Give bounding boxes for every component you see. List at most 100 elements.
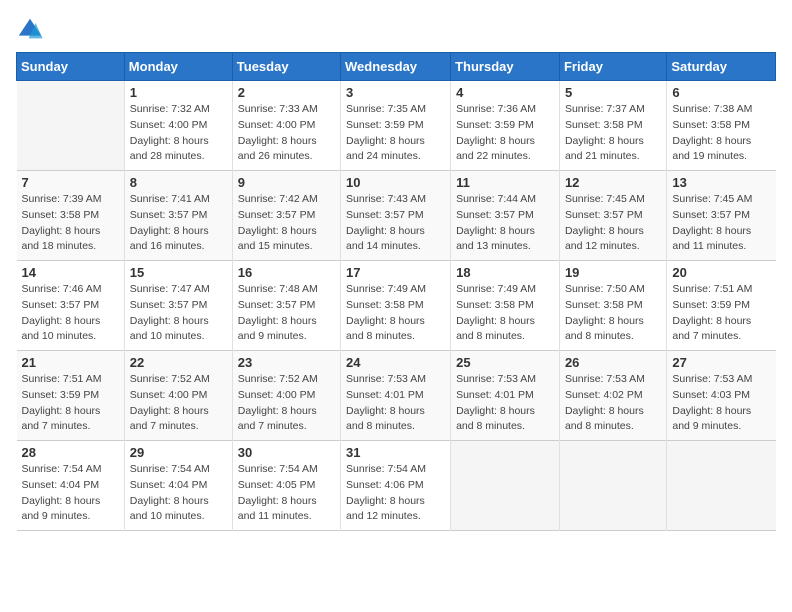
day-number: 24	[346, 355, 445, 370]
calendar-table: SundayMondayTuesdayWednesdayThursdayFrid…	[16, 52, 776, 531]
calendar-cell	[451, 441, 560, 531]
calendar-cell: 23 Sunrise: 7:52 AMSunset: 4:00 PMDaylig…	[232, 351, 340, 441]
day-info: Sunrise: 7:52 AMSunset: 4:00 PMDaylight:…	[238, 372, 335, 435]
calendar-cell	[667, 441, 776, 531]
day-number: 28	[22, 445, 119, 460]
day-number: 26	[565, 355, 661, 370]
calendar-cell	[559, 441, 666, 531]
day-number: 20	[672, 265, 770, 280]
day-number: 25	[456, 355, 554, 370]
calendar-week-4: 21 Sunrise: 7:51 AMSunset: 3:59 PMDaylig…	[17, 351, 776, 441]
day-info: Sunrise: 7:47 AMSunset: 3:57 PMDaylight:…	[130, 282, 227, 345]
day-number: 5	[565, 85, 661, 100]
day-info: Sunrise: 7:53 AMSunset: 4:01 PMDaylight:…	[456, 372, 554, 435]
day-number: 23	[238, 355, 335, 370]
calendar-cell: 2 Sunrise: 7:33 AMSunset: 4:00 PMDayligh…	[232, 81, 340, 171]
calendar-cell: 15 Sunrise: 7:47 AMSunset: 3:57 PMDaylig…	[124, 261, 232, 351]
day-info: Sunrise: 7:33 AMSunset: 4:00 PMDaylight:…	[238, 102, 335, 165]
day-number: 14	[22, 265, 119, 280]
calendar-cell: 13 Sunrise: 7:45 AMSunset: 3:57 PMDaylig…	[667, 171, 776, 261]
day-info: Sunrise: 7:41 AMSunset: 3:57 PMDaylight:…	[130, 192, 227, 255]
day-number: 16	[238, 265, 335, 280]
day-number: 9	[238, 175, 335, 190]
col-header-thursday: Thursday	[451, 53, 560, 81]
col-header-tuesday: Tuesday	[232, 53, 340, 81]
calendar-cell: 17 Sunrise: 7:49 AMSunset: 3:58 PMDaylig…	[341, 261, 451, 351]
day-info: Sunrise: 7:39 AMSunset: 3:58 PMDaylight:…	[22, 192, 119, 255]
day-info: Sunrise: 7:53 AMSunset: 4:02 PMDaylight:…	[565, 372, 661, 435]
day-info: Sunrise: 7:46 AMSunset: 3:57 PMDaylight:…	[22, 282, 119, 345]
day-number: 30	[238, 445, 335, 460]
day-info: Sunrise: 7:53 AMSunset: 4:03 PMDaylight:…	[672, 372, 770, 435]
day-number: 12	[565, 175, 661, 190]
calendar-cell: 6 Sunrise: 7:38 AMSunset: 3:58 PMDayligh…	[667, 81, 776, 171]
day-info: Sunrise: 7:51 AMSunset: 3:59 PMDaylight:…	[22, 372, 119, 435]
day-info: Sunrise: 7:54 AMSunset: 4:04 PMDaylight:…	[130, 462, 227, 525]
day-info: Sunrise: 7:51 AMSunset: 3:59 PMDaylight:…	[672, 282, 770, 345]
day-info: Sunrise: 7:54 AMSunset: 4:06 PMDaylight:…	[346, 462, 445, 525]
calendar-cell: 22 Sunrise: 7:52 AMSunset: 4:00 PMDaylig…	[124, 351, 232, 441]
day-info: Sunrise: 7:44 AMSunset: 3:57 PMDaylight:…	[456, 192, 554, 255]
calendar-cell: 8 Sunrise: 7:41 AMSunset: 3:57 PMDayligh…	[124, 171, 232, 261]
calendar-cell: 20 Sunrise: 7:51 AMSunset: 3:59 PMDaylig…	[667, 261, 776, 351]
day-info: Sunrise: 7:54 AMSunset: 4:04 PMDaylight:…	[22, 462, 119, 525]
day-info: Sunrise: 7:35 AMSunset: 3:59 PMDaylight:…	[346, 102, 445, 165]
day-number: 15	[130, 265, 227, 280]
day-number: 2	[238, 85, 335, 100]
day-number: 7	[22, 175, 119, 190]
col-header-wednesday: Wednesday	[341, 53, 451, 81]
day-info: Sunrise: 7:42 AMSunset: 3:57 PMDaylight:…	[238, 192, 335, 255]
calendar-week-1: 1 Sunrise: 7:32 AMSunset: 4:00 PMDayligh…	[17, 81, 776, 171]
day-number: 4	[456, 85, 554, 100]
calendar-cell: 16 Sunrise: 7:48 AMSunset: 3:57 PMDaylig…	[232, 261, 340, 351]
day-number: 8	[130, 175, 227, 190]
calendar-cell: 4 Sunrise: 7:36 AMSunset: 3:59 PMDayligh…	[451, 81, 560, 171]
calendar-cell: 7 Sunrise: 7:39 AMSunset: 3:58 PMDayligh…	[17, 171, 125, 261]
calendar-cell: 19 Sunrise: 7:50 AMSunset: 3:58 PMDaylig…	[559, 261, 666, 351]
day-info: Sunrise: 7:36 AMSunset: 3:59 PMDaylight:…	[456, 102, 554, 165]
day-info: Sunrise: 7:38 AMSunset: 3:58 PMDaylight:…	[672, 102, 770, 165]
calendar-cell: 26 Sunrise: 7:53 AMSunset: 4:02 PMDaylig…	[559, 351, 666, 441]
day-number: 11	[456, 175, 554, 190]
day-info: Sunrise: 7:52 AMSunset: 4:00 PMDaylight:…	[130, 372, 227, 435]
logo	[16, 16, 48, 44]
page-header	[16, 16, 776, 44]
calendar-cell: 25 Sunrise: 7:53 AMSunset: 4:01 PMDaylig…	[451, 351, 560, 441]
calendar-cell: 9 Sunrise: 7:42 AMSunset: 3:57 PMDayligh…	[232, 171, 340, 261]
day-info: Sunrise: 7:49 AMSunset: 3:58 PMDaylight:…	[346, 282, 445, 345]
day-info: Sunrise: 7:37 AMSunset: 3:58 PMDaylight:…	[565, 102, 661, 165]
logo-icon	[16, 16, 44, 44]
calendar-cell: 30 Sunrise: 7:54 AMSunset: 4:05 PMDaylig…	[232, 441, 340, 531]
calendar-week-3: 14 Sunrise: 7:46 AMSunset: 3:57 PMDaylig…	[17, 261, 776, 351]
day-info: Sunrise: 7:32 AMSunset: 4:00 PMDaylight:…	[130, 102, 227, 165]
calendar-cell	[17, 81, 125, 171]
day-info: Sunrise: 7:45 AMSunset: 3:57 PMDaylight:…	[565, 192, 661, 255]
day-number: 29	[130, 445, 227, 460]
calendar-cell: 27 Sunrise: 7:53 AMSunset: 4:03 PMDaylig…	[667, 351, 776, 441]
day-number: 27	[672, 355, 770, 370]
day-info: Sunrise: 7:43 AMSunset: 3:57 PMDaylight:…	[346, 192, 445, 255]
day-number: 10	[346, 175, 445, 190]
calendar-cell: 5 Sunrise: 7:37 AMSunset: 3:58 PMDayligh…	[559, 81, 666, 171]
day-number: 6	[672, 85, 770, 100]
calendar-cell: 31 Sunrise: 7:54 AMSunset: 4:06 PMDaylig…	[341, 441, 451, 531]
calendar-cell: 29 Sunrise: 7:54 AMSunset: 4:04 PMDaylig…	[124, 441, 232, 531]
calendar-week-2: 7 Sunrise: 7:39 AMSunset: 3:58 PMDayligh…	[17, 171, 776, 261]
day-info: Sunrise: 7:49 AMSunset: 3:58 PMDaylight:…	[456, 282, 554, 345]
day-number: 18	[456, 265, 554, 280]
day-number: 1	[130, 85, 227, 100]
day-info: Sunrise: 7:48 AMSunset: 3:57 PMDaylight:…	[238, 282, 335, 345]
calendar-cell: 24 Sunrise: 7:53 AMSunset: 4:01 PMDaylig…	[341, 351, 451, 441]
col-header-friday: Friday	[559, 53, 666, 81]
calendar-cell: 18 Sunrise: 7:49 AMSunset: 3:58 PMDaylig…	[451, 261, 560, 351]
calendar-cell: 28 Sunrise: 7:54 AMSunset: 4:04 PMDaylig…	[17, 441, 125, 531]
calendar-cell: 10 Sunrise: 7:43 AMSunset: 3:57 PMDaylig…	[341, 171, 451, 261]
day-info: Sunrise: 7:45 AMSunset: 3:57 PMDaylight:…	[672, 192, 770, 255]
calendar-header-row: SundayMondayTuesdayWednesdayThursdayFrid…	[17, 53, 776, 81]
calendar-cell: 1 Sunrise: 7:32 AMSunset: 4:00 PMDayligh…	[124, 81, 232, 171]
day-number: 13	[672, 175, 770, 190]
calendar-cell: 21 Sunrise: 7:51 AMSunset: 3:59 PMDaylig…	[17, 351, 125, 441]
day-info: Sunrise: 7:54 AMSunset: 4:05 PMDaylight:…	[238, 462, 335, 525]
calendar-week-5: 28 Sunrise: 7:54 AMSunset: 4:04 PMDaylig…	[17, 441, 776, 531]
calendar-cell: 11 Sunrise: 7:44 AMSunset: 3:57 PMDaylig…	[451, 171, 560, 261]
